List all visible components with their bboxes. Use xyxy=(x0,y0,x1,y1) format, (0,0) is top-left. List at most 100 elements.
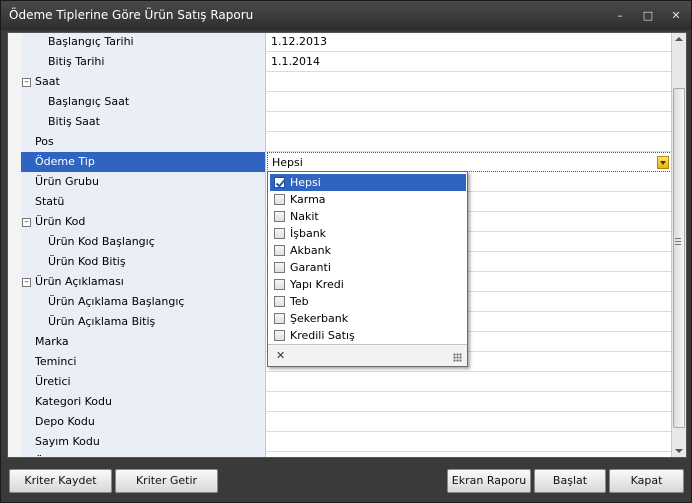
row-gutter xyxy=(8,332,21,352)
option-label: Teb xyxy=(290,295,309,308)
checkbox-icon[interactable] xyxy=(274,262,285,273)
row-gutter xyxy=(8,392,21,412)
row-gutter xyxy=(8,452,21,457)
row-label: Özel Kod 1 xyxy=(21,452,266,457)
title-bar: Ödeme Tiplerine Göre Ürün Satış Raporu –… xyxy=(1,1,691,30)
dropdown-arrow-icon[interactable] xyxy=(657,156,669,169)
row-gutter xyxy=(8,72,21,92)
close-icon[interactable]: ✕ xyxy=(669,9,683,23)
row-value[interactable]: 1.12.2013 xyxy=(267,33,672,52)
row-gutter xyxy=(8,432,21,452)
window-controls: – □ ✕ xyxy=(613,1,683,30)
option-label: İşbank xyxy=(290,227,327,240)
option-label: Nakit xyxy=(290,210,319,223)
row-label: Bitiş Saat xyxy=(21,112,266,132)
dropdown-option[interactable]: Hepsi xyxy=(270,174,466,191)
row-label: Ürün Açıklaması xyxy=(21,272,266,292)
screen-report-button[interactable]: Ekran Raporu xyxy=(447,469,531,493)
dropdown-option[interactable]: Garanti xyxy=(270,259,466,276)
checkbox-icon[interactable] xyxy=(274,245,285,256)
row-value[interactable]: 1.1.2014 xyxy=(267,52,672,72)
checkbox-icon[interactable] xyxy=(274,313,285,324)
row-value[interactable] xyxy=(267,132,672,152)
vertical-scrollbar[interactable] xyxy=(671,33,686,457)
grid-row[interactable]: Saat – xyxy=(8,72,672,92)
row-value[interactable] xyxy=(267,432,672,452)
dropdown-option[interactable]: Teb xyxy=(270,293,466,310)
grid-row[interactable]: Başlangıç Saat xyxy=(8,92,672,112)
option-label: Yapı Kredi xyxy=(290,278,344,291)
collapse-icon[interactable]: – xyxy=(22,278,31,287)
row-value[interactable] xyxy=(267,72,672,92)
maximize-icon[interactable]: □ xyxy=(641,9,655,23)
checkbox-icon[interactable] xyxy=(274,177,285,188)
grid-row[interactable]: Pos xyxy=(8,132,672,152)
payment-type-dropdown: Hepsi Karma Nakit İşbank Akbank Garanti Yapı K… xyxy=(267,171,468,367)
dropdown-option[interactable]: Kredili Satış xyxy=(270,327,466,344)
row-value[interactable] xyxy=(267,372,672,392)
scroll-down-icon[interactable] xyxy=(675,449,683,453)
report-window: Ödeme Tiplerine Göre Ürün Satış Raporu –… xyxy=(0,0,692,503)
dropdown-option[interactable]: İşbank xyxy=(270,225,466,242)
checkbox-icon[interactable] xyxy=(274,330,285,341)
row-label: Sayım Kodu xyxy=(21,432,266,452)
option-label: Karma xyxy=(290,193,326,206)
grid-row[interactable]: Ödeme Tip Hepsi xyxy=(8,152,672,172)
row-gutter xyxy=(8,192,21,212)
dropdown-option[interactable]: Yapı Kredi xyxy=(270,276,466,293)
dropdown-option[interactable]: Şekerbank xyxy=(270,310,466,327)
collapse-icon[interactable]: – xyxy=(22,78,31,87)
row-value[interactable] xyxy=(267,112,672,132)
grid-row[interactable]: Üretici xyxy=(8,372,672,392)
row-label: Statü xyxy=(21,192,266,212)
row-gutter xyxy=(8,232,21,252)
row-gutter xyxy=(8,132,21,152)
row-label: Ödeme Tip xyxy=(21,152,266,172)
resize-grip-icon[interactable] xyxy=(453,353,462,362)
row-gutter xyxy=(8,172,21,192)
dropdown-option[interactable]: Nakit xyxy=(270,208,466,225)
row-gutter xyxy=(8,152,21,172)
load-criteria-button[interactable]: Kriter Getir xyxy=(115,469,218,493)
row-label: Başlangıç Tarihi xyxy=(21,33,266,52)
grid-row[interactable]: Bitiş Saat xyxy=(8,112,672,132)
checkbox-icon[interactable] xyxy=(274,211,285,222)
checkbox-icon[interactable] xyxy=(274,228,285,239)
dropdown-option[interactable]: Karma xyxy=(270,191,466,208)
row-label: Ürün Kod Bitiş xyxy=(21,252,266,272)
minimize-icon[interactable]: – xyxy=(613,9,627,23)
dropdown-option[interactable]: Akbank xyxy=(270,242,466,259)
grid-row[interactable]: Özel Kod 1 xyxy=(8,452,672,457)
start-button[interactable]: Başlat xyxy=(534,469,606,493)
row-value[interactable]: Hepsi xyxy=(267,152,672,172)
row-label: Saat xyxy=(21,72,266,92)
checkbox-icon[interactable] xyxy=(274,279,285,290)
save-criteria-button[interactable]: Kriter Kaydet xyxy=(9,469,112,493)
row-value[interactable] xyxy=(267,412,672,432)
row-label: Depo Kodu xyxy=(21,412,266,432)
row-value[interactable] xyxy=(267,92,672,112)
row-label: Bitiş Tarihi xyxy=(21,52,266,72)
close-button[interactable]: Kapat xyxy=(609,469,684,493)
scroll-thumb[interactable] xyxy=(673,88,685,428)
row-label: Üretici xyxy=(21,372,266,392)
row-label: Ürün Açıklama Başlangıç xyxy=(21,292,266,312)
row-gutter xyxy=(8,52,21,72)
grid-row[interactable]: Sayım Kodu xyxy=(8,432,672,452)
option-label: Hepsi xyxy=(290,176,321,189)
checkbox-icon[interactable] xyxy=(274,296,285,307)
row-label: Ürün Açıklama Bitiş xyxy=(21,312,266,332)
row-label: Kategori Kodu xyxy=(21,392,266,412)
row-gutter xyxy=(8,252,21,272)
collapse-icon[interactable]: – xyxy=(22,218,31,227)
row-value[interactable] xyxy=(267,452,672,457)
grid-row[interactable]: Kategori Kodu xyxy=(8,392,672,412)
row-value[interactable] xyxy=(267,392,672,412)
checkbox-icon[interactable] xyxy=(274,194,285,205)
grid-row[interactable]: Depo Kodu xyxy=(8,412,672,432)
grid-row[interactable]: Başlangıç Tarihi 1.12.2013 xyxy=(8,33,672,52)
window-title: Ödeme Tiplerine Göre Ürün Satış Raporu xyxy=(9,8,254,22)
grid-row[interactable]: Bitiş Tarihi 1.1.2014 xyxy=(8,52,672,72)
scroll-up-icon[interactable] xyxy=(675,37,683,41)
dropdown-close-icon[interactable]: ✕ xyxy=(276,349,285,362)
